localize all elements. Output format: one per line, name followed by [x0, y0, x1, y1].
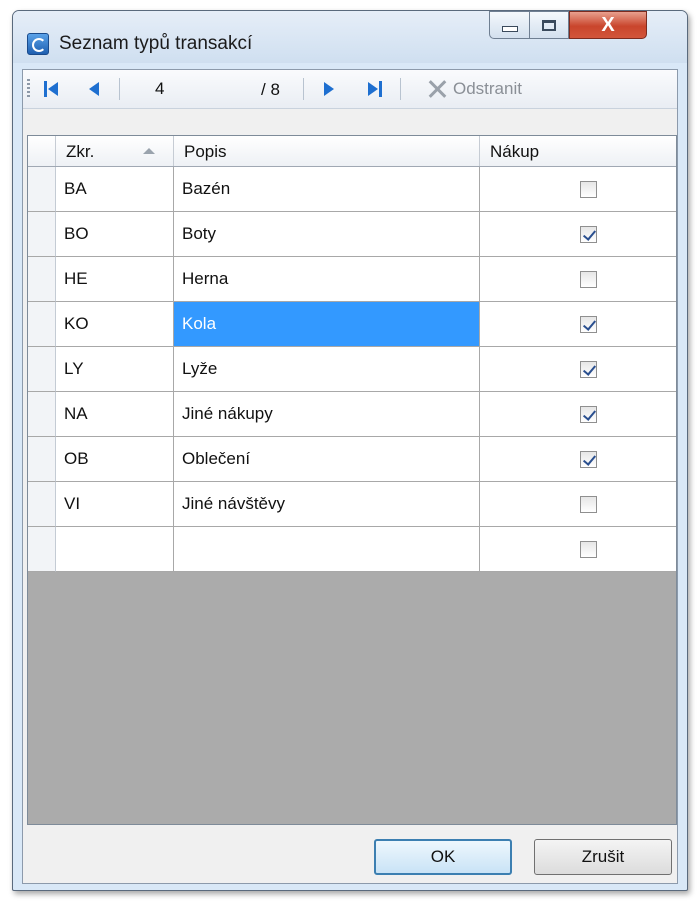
- move-last-button[interactable]: [365, 78, 387, 100]
- row-header[interactable]: [28, 527, 56, 572]
- purchase-checkbox[interactable]: [579, 180, 597, 198]
- grid-header: Zkr. Popis Nákup: [28, 136, 676, 167]
- cell-purchase[interactable]: [480, 212, 676, 257]
- binding-navigator: / 8 Odstranit: [23, 70, 677, 109]
- sort-ascending-icon: [143, 148, 155, 154]
- move-next-button[interactable]: [318, 78, 340, 100]
- cell-code[interactable]: OB: [56, 437, 174, 482]
- purchase-checkbox[interactable]: [579, 225, 597, 243]
- table-row[interactable]: NA Jiné nákupy: [28, 392, 676, 437]
- move-first-icon: [44, 81, 47, 97]
- cell-code[interactable]: BO: [56, 212, 174, 257]
- move-next-icon: [324, 82, 334, 96]
- table-row[interactable]: VI Jiné návštěvy: [28, 482, 676, 527]
- cell-purchase[interactable]: [480, 167, 676, 212]
- window-title: Seznam typů transakcí: [59, 33, 253, 54]
- toolbar-separator: [119, 78, 120, 100]
- cell-description[interactable]: Boty: [174, 212, 480, 257]
- cell-purchase[interactable]: [480, 437, 676, 482]
- column-header-label: Zkr.: [66, 142, 95, 161]
- close-icon: X: [601, 13, 615, 36]
- toolbar-grip-icon[interactable]: [27, 79, 30, 99]
- move-previous-icon: [89, 82, 99, 96]
- cell-purchase[interactable]: [480, 392, 676, 437]
- row-header[interactable]: [28, 257, 56, 302]
- position-input[interactable]: [151, 77, 255, 101]
- dialog-window: Seznam typů transakcí X / 8: [12, 10, 688, 891]
- row-header[interactable]: [28, 302, 56, 347]
- cell-code[interactable]: VI: [56, 482, 174, 527]
- purchase-checkbox[interactable]: [579, 270, 597, 288]
- table-row[interactable]: KO Kola: [28, 302, 676, 347]
- purchase-checkbox[interactable]: [579, 495, 597, 513]
- move-first-button[interactable]: [41, 78, 63, 100]
- cell-code[interactable]: [56, 527, 174, 572]
- close-button[interactable]: X: [569, 11, 647, 39]
- cell-description[interactable]: Herna: [174, 257, 480, 302]
- purchase-checkbox[interactable]: [579, 450, 597, 468]
- transaction-types-grid[interactable]: Zkr. Popis Nákup BA Bazén BO Boty HE Herna KO K…: [27, 135, 677, 825]
- delete-label: Odstranit: [453, 79, 522, 98]
- table-row[interactable]: OB Oblečení: [28, 437, 676, 482]
- table-row[interactable]: BA Bazén: [28, 167, 676, 212]
- column-header-label: Nákup: [490, 142, 540, 161]
- cell-purchase[interactable]: [480, 302, 676, 347]
- table-row[interactable]: [28, 527, 676, 572]
- minimize-icon: [501, 26, 518, 32]
- cell-purchase[interactable]: [480, 257, 676, 302]
- cell-description[interactable]: Jiné návštěvy: [174, 482, 480, 527]
- row-header-corner[interactable]: [28, 136, 56, 166]
- column-header-description[interactable]: Popis: [174, 136, 480, 166]
- purchase-checkbox[interactable]: [579, 540, 597, 558]
- minimize-button[interactable]: [489, 11, 529, 39]
- row-header[interactable]: [28, 212, 56, 257]
- table-row[interactable]: HE Herna: [28, 257, 676, 302]
- purchase-checkbox[interactable]: [579, 360, 597, 378]
- table-row[interactable]: BO Boty: [28, 212, 676, 257]
- ok-button[interactable]: OK: [374, 839, 512, 875]
- column-header-label: Popis: [184, 142, 227, 161]
- cell-purchase[interactable]: [480, 347, 676, 392]
- maximize-icon: [542, 19, 556, 31]
- move-previous-button[interactable]: [83, 78, 105, 100]
- cell-code[interactable]: BA: [56, 167, 174, 212]
- purchase-checkbox[interactable]: [579, 405, 597, 423]
- toolbar-separator: [400, 78, 401, 100]
- purchase-checkbox[interactable]: [579, 315, 597, 333]
- cell-description[interactable]: Bazén: [174, 167, 480, 212]
- cell-code[interactable]: HE: [56, 257, 174, 302]
- cell-description[interactable]: Kola: [174, 302, 480, 347]
- title-bar[interactable]: Seznam typů transakcí X: [13, 11, 687, 63]
- cell-purchase[interactable]: [480, 527, 676, 572]
- cell-description[interactable]: Lyže: [174, 347, 480, 392]
- app-icon: [27, 33, 49, 55]
- maximize-button[interactable]: [529, 11, 569, 39]
- column-header-code[interactable]: Zkr.: [56, 136, 174, 166]
- cell-description[interactable]: Jiné nákupy: [174, 392, 480, 437]
- cell-code[interactable]: NA: [56, 392, 174, 437]
- cell-code[interactable]: LY: [56, 347, 174, 392]
- delete-button[interactable]: Odstranit: [427, 77, 522, 101]
- count-label: / 8: [261, 80, 280, 99]
- cell-description[interactable]: [174, 527, 480, 572]
- row-header[interactable]: [28, 392, 56, 437]
- cell-purchase[interactable]: [480, 482, 676, 527]
- toolbar-separator: [303, 78, 304, 100]
- row-header[interactable]: [28, 167, 56, 212]
- row-header[interactable]: [28, 437, 56, 482]
- cancel-button[interactable]: Zrušit: [534, 839, 672, 875]
- table-row[interactable]: LY Lyže: [28, 347, 676, 392]
- cell-description[interactable]: Oblečení: [174, 437, 480, 482]
- row-header[interactable]: [28, 482, 56, 527]
- cell-code[interactable]: KO: [56, 302, 174, 347]
- row-header[interactable]: [28, 347, 56, 392]
- delete-icon: [427, 79, 447, 99]
- column-header-purchase[interactable]: Nákup: [480, 136, 676, 166]
- move-last-icon: [368, 82, 378, 96]
